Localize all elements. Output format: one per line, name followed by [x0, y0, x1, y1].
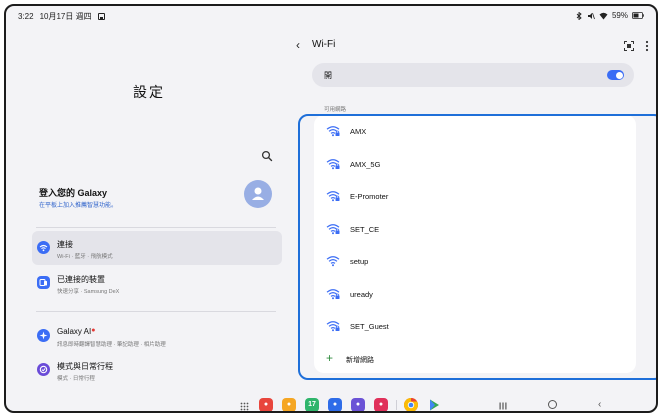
person-icon — [252, 187, 264, 200]
menu-item-subtitle: 模式 · 日常行程 — [57, 376, 95, 382]
wifi-icon — [326, 256, 340, 267]
tablet-screen: 3:22 10月17日 週四 59% 設定 登入您的 Galaxy 在平板上加入… — [4, 4, 658, 413]
calendar-day: 17 — [308, 401, 316, 408]
network-name: AMX — [350, 127, 367, 136]
messages-icon[interactable]: ● — [328, 398, 342, 411]
network-row[interactable]: AMX — [314, 117, 636, 145]
qr-scan-icon[interactable] — [624, 41, 634, 51]
network-row[interactable]: E-Promoter — [314, 182, 636, 210]
status-time: 3:22 — [18, 12, 34, 21]
wifi-icon — [37, 241, 50, 254]
wifi-icon — [326, 191, 340, 202]
wifi-icon — [326, 126, 340, 137]
menu-item-subtitle: Wi-Fi · 藍牙 · 飛航模式 — [57, 254, 113, 260]
mute-icon — [587, 12, 595, 19]
network-name: SET_CE — [350, 224, 380, 234]
my-files-icon[interactable]: ● — [282, 398, 296, 411]
wifi-switch[interactable] — [607, 70, 624, 80]
gallery-notification-icon — [97, 13, 105, 20]
battery-percent: 59% — [611, 11, 628, 20]
avatar[interactable] — [244, 180, 272, 208]
menu-item-connected-devices[interactable]: 已連接的裝置 快速分享 · Samsung DeX — [32, 266, 282, 300]
more-options-icon[interactable] — [645, 39, 649, 53]
menu-item-modes-routines[interactable]: 模式與日常行程 模式 · 日常行程 — [32, 353, 282, 387]
add-network-row[interactable]: + 新增網路 — [314, 345, 636, 373]
divider — [36, 227, 276, 228]
wifi-icon — [326, 158, 340, 169]
account-card[interactable]: 登入您的 Galaxy 在平板上加入推薦智慧功能。 — [34, 178, 280, 214]
network-row[interactable]: SET_Guest — [314, 312, 636, 340]
samsung-notes-icon[interactable]: ● — [259, 398, 273, 411]
menu-item-title: 模式與日常行程 — [57, 362, 113, 371]
network-row[interactable]: AMX_5G — [314, 150, 636, 178]
status-bar: 3:22 10月17日 週四 59% — [6, 6, 656, 24]
toggle-label: 開 — [324, 71, 332, 80]
settings-title: 設定 — [133, 84, 165, 100]
play-store-icon[interactable] — [427, 398, 441, 411]
network-name: AMX_5G — [350, 159, 381, 169]
search-icon[interactable] — [261, 150, 273, 162]
modes-icon — [37, 363, 50, 376]
network-name: uready — [350, 289, 373, 299]
new-badge-icon: ● — [91, 327, 96, 334]
network-name: E-Promoter — [350, 192, 389, 201]
menu-item-connections[interactable]: 連接 Wi-Fi · 藍牙 · 飛航模式 — [32, 231, 282, 265]
galaxy-ai-label: Galaxy AI — [57, 327, 92, 336]
taskbar: ● ● 17 ● ● ● ‹ — [6, 394, 656, 411]
bluetooth-icon — [576, 11, 582, 20]
add-network-label: 新增網路 — [346, 357, 374, 364]
chrome-icon[interactable] — [404, 398, 418, 411]
internet-icon[interactable]: ● — [351, 398, 365, 411]
page-title: Wi-Fi — [312, 39, 336, 50]
calendar-icon[interactable]: 17 — [305, 398, 319, 411]
screen-recorder-icon[interactable]: ● — [374, 398, 388, 411]
menu-item-subtitle: 訊息即時翻譯智慧助理 · 筆記助理 · 相片助理 — [57, 342, 166, 348]
wifi-master-toggle[interactable]: 開 — [312, 63, 634, 87]
wifi-icon — [326, 288, 340, 299]
wifi-icon — [326, 321, 340, 332]
menu-item-title: 連接 — [57, 240, 73, 249]
app-drawer-icon[interactable] — [240, 402, 249, 411]
plus-icon: + — [326, 351, 334, 365]
network-list: AMX AMX_5G E-Promoter SET_CEsetup uready SET_… — [314, 115, 636, 373]
back-arrow-icon[interactable]: ‹ — [296, 38, 300, 52]
network-row[interactable]: setup — [314, 247, 636, 275]
devices-icon — [37, 276, 50, 289]
recent-apps-icon[interactable] — [499, 402, 507, 410]
available-networks-label: 可用網路 — [324, 107, 347, 113]
account-subtitle: 在平板上加入推薦智慧功能。 — [39, 203, 118, 209]
status-date: 10月17日 週四 — [39, 12, 92, 21]
wifi-icon — [326, 223, 340, 234]
home-icon[interactable] — [548, 400, 557, 409]
battery-icon — [632, 12, 644, 19]
taskbar-separator — [396, 400, 397, 410]
account-name: 登入您的 Galaxy — [39, 188, 108, 198]
wifi-signal-icon — [599, 12, 608, 19]
menu-item-title: Galaxy AI● — [57, 327, 95, 336]
network-name: setup — [350, 257, 369, 266]
network-name: SET_Guest — [350, 322, 389, 331]
network-row[interactable]: uready — [314, 280, 636, 308]
ai-star-icon — [37, 329, 50, 342]
network-row[interactable]: SET_CE — [314, 215, 636, 243]
nav-back-icon[interactable]: ‹ — [598, 399, 601, 410]
menu-item-title: 已連接的裝置 — [57, 275, 105, 284]
menu-item-subtitle: 快速分享 · Samsung DeX — [57, 289, 120, 295]
divider — [36, 311, 276, 312]
menu-item-galaxy-ai[interactable]: Galaxy AI● 訊息即時翻譯智慧助理 · 筆記助理 · 相片助理 — [32, 319, 282, 353]
